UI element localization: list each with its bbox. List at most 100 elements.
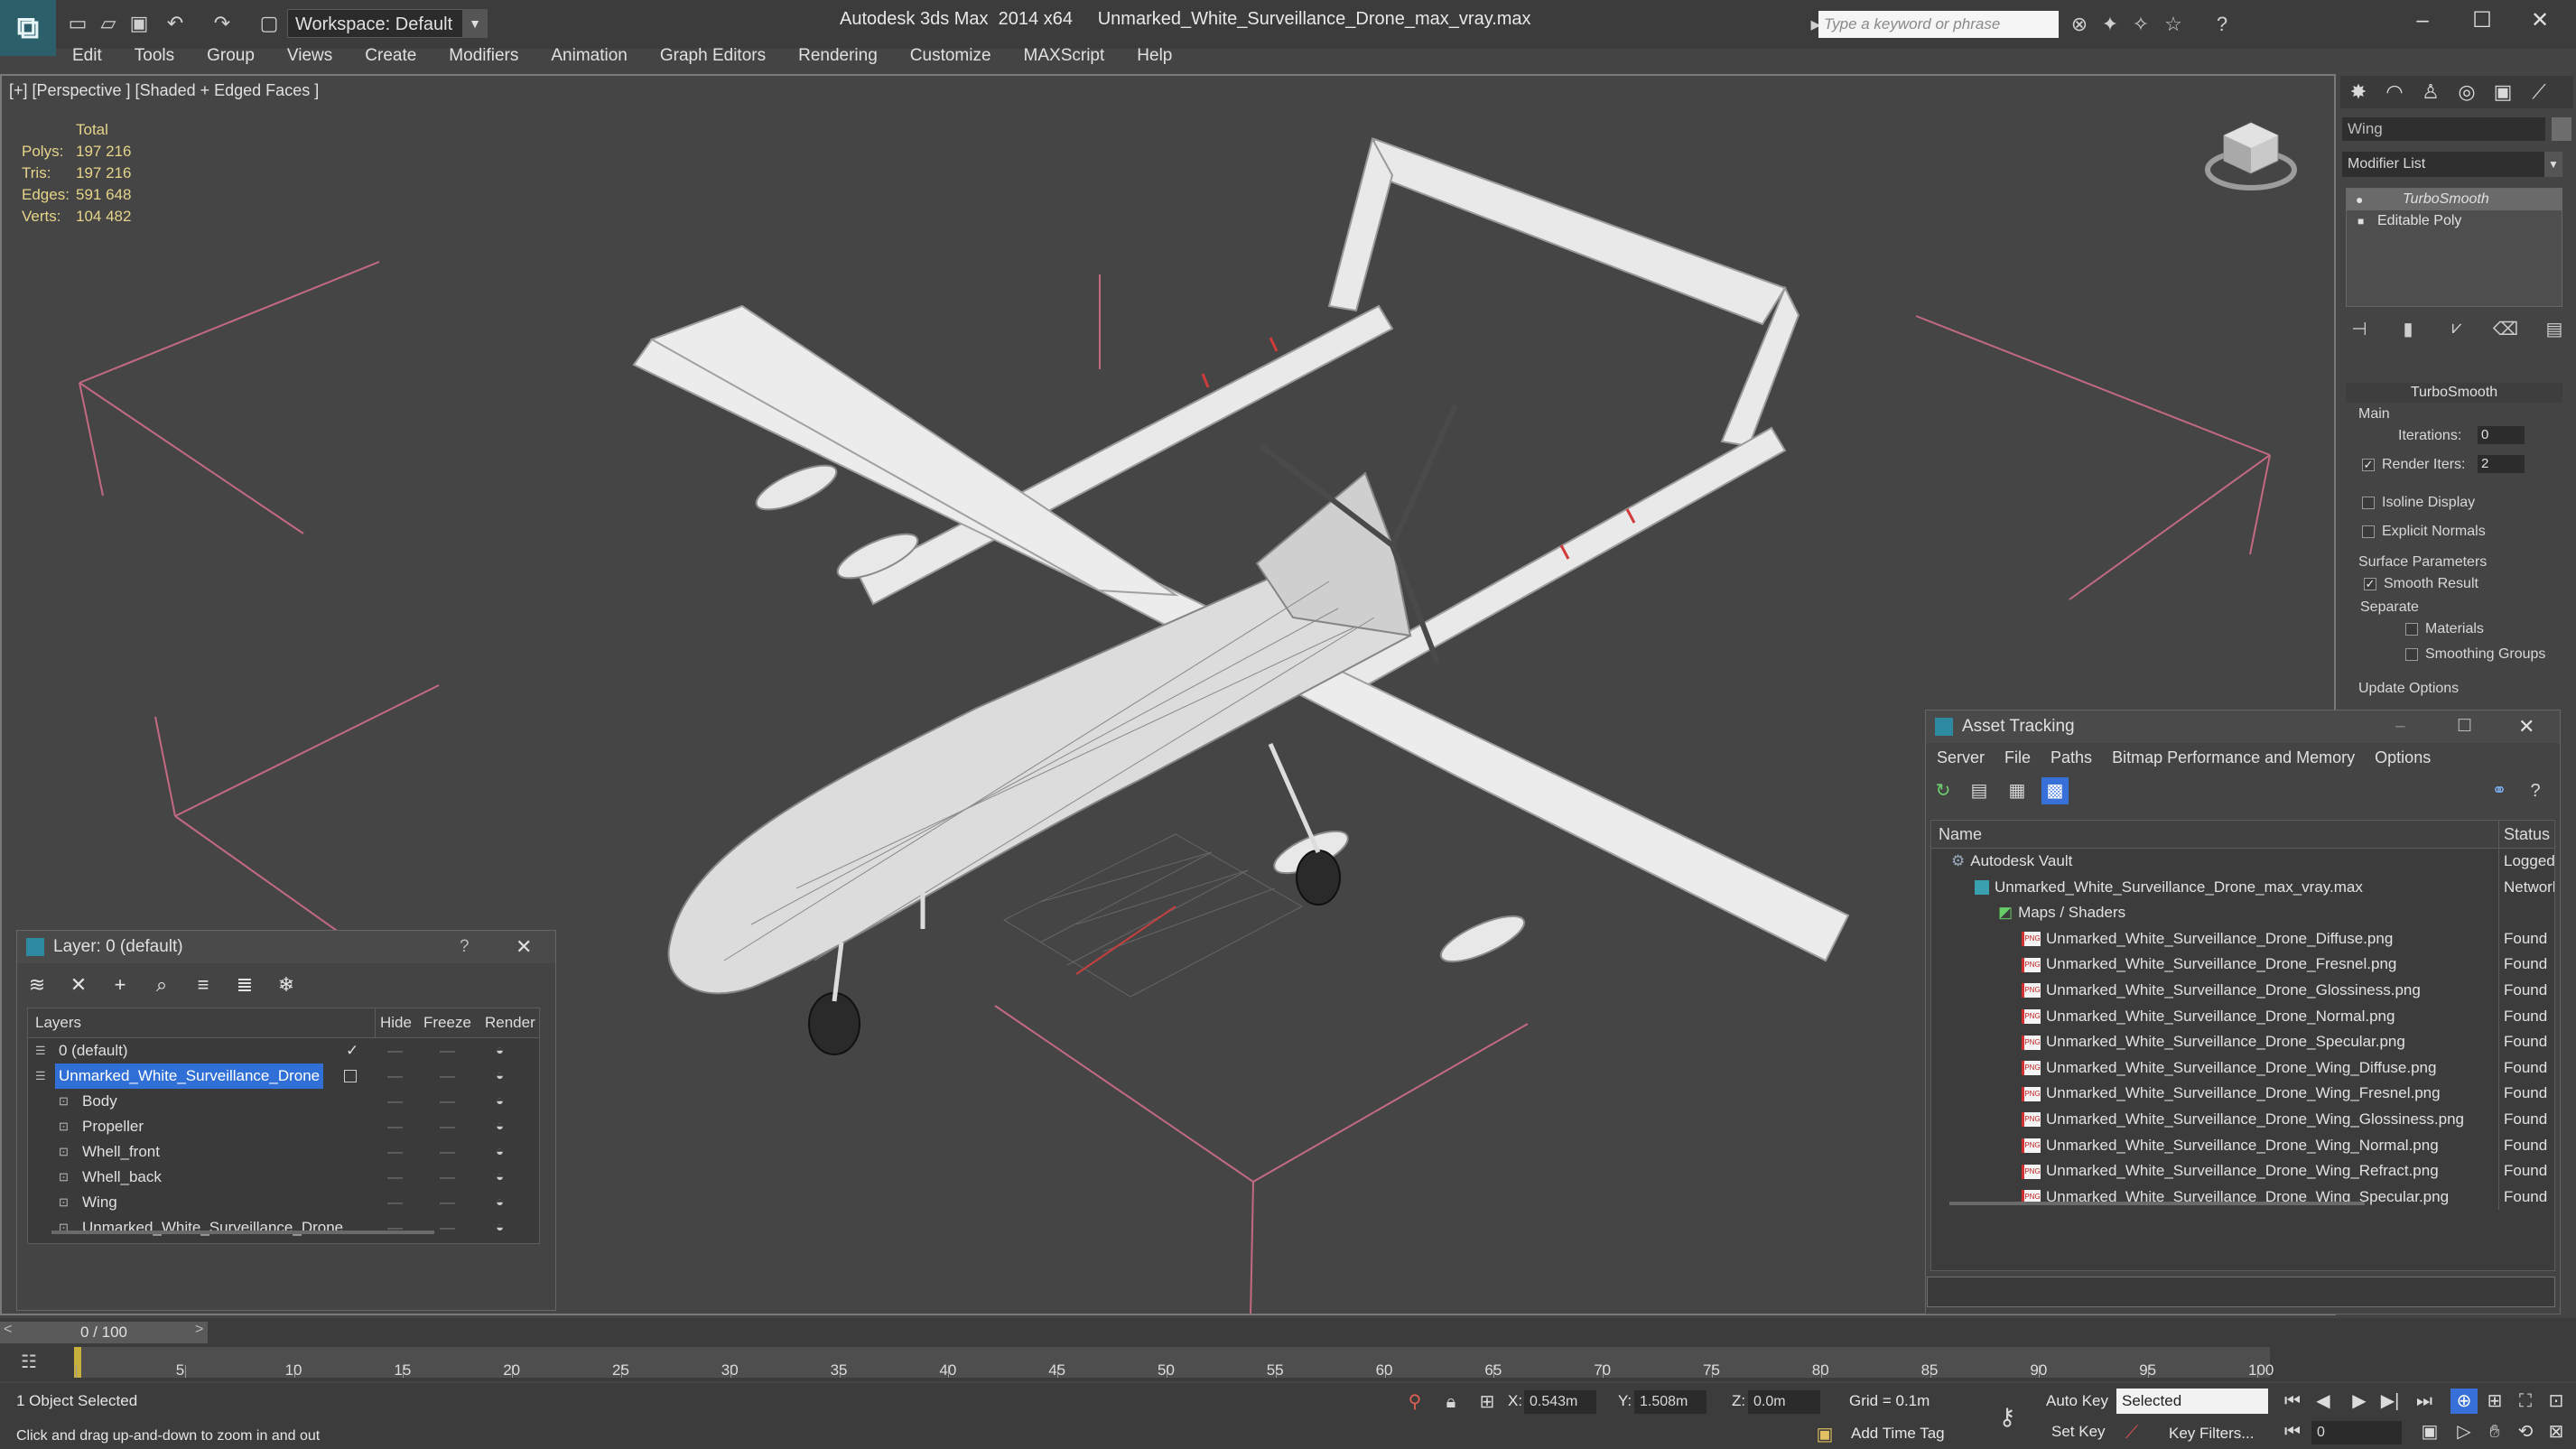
freeze-toggle-icon[interactable]: — [440,1089,455,1114]
viewcube-icon[interactable] [2201,114,2301,195]
hide-toggle-icon[interactable]: — [387,1114,403,1139]
zoom-icon[interactable]: ⊕ [2450,1389,2478,1414]
asset-row[interactable]: PNG Unmarked_White_Surveillance_Drone_Win… [1931,1054,2554,1082]
help-icon[interactable]: ? [2522,777,2549,804]
search-input[interactable]: Type a keyword or phrase [1818,11,2059,38]
hide-toggle-icon[interactable]: — [387,1038,403,1064]
maximize-icon[interactable]: ☐ [2457,711,2472,743]
z-coordinate-field[interactable]: 0.0m [1748,1390,1820,1414]
explicit-normals-checkbox[interactable] [2362,525,2375,538]
layer-name[interactable]: Unmarked_White_Surveillance_Drone [55,1064,324,1089]
hide-all-icon[interactable]: ≣ [229,970,260,1000]
configure-modifier-sets-icon[interactable]: ▤ [2541,318,2568,345]
asset-row[interactable]: PNG Unmarked_White_Surveillance_Drone_Dif… [1931,925,2554,952]
asset-path-field[interactable] [1927,1277,2555,1307]
render-teapot-icon[interactable]: ◒ [496,1165,504,1190]
freeze-toggle-icon[interactable]: — [440,1165,455,1190]
render-teapot-icon[interactable]: ◒ [496,1215,504,1240]
layer-name[interactable]: Unmarked_White_Surveillance_Drone [79,1215,347,1240]
asset-row[interactable]: ⚙ Autodesk Vault Logged [1931,849,2554,875]
menu-item-edit[interactable]: Edit [56,42,118,70]
menu-item-group[interactable]: Group [191,42,271,70]
hide-toggle-icon[interactable]: — [387,1165,403,1190]
hide-toggle-icon[interactable]: — [387,1215,403,1240]
freeze-toggle-icon[interactable]: — [440,1215,455,1240]
render-iters-checkbox[interactable]: ✓ [2362,459,2375,471]
object-name-input[interactable]: Wing [2342,117,2545,141]
make-current-checkbox[interactable] [344,1070,357,1082]
auto-key-button[interactable]: Auto Key [2046,1392,2108,1410]
pin-icon[interactable]: ⚲ [1401,1389,1428,1416]
new-file-icon[interactable]: ▭ [65,11,90,36]
time-configuration-icon[interactable]: ▣ [2416,1419,2443,1444]
show-end-result-icon[interactable]: ▮ [2395,318,2422,345]
hierarchy-tab-icon[interactable]: ♙ [2414,78,2447,107]
previous-frame-icon[interactable]: ◀ [2310,1389,2337,1414]
modify-tab-icon[interactable]: ◠ [2378,78,2411,107]
minimize-icon[interactable]: – [2402,5,2443,36]
menu-item-maxscript[interactable]: MAXScript [1008,42,1121,70]
maximize-viewport-icon[interactable]: ⊠ [2543,1419,2570,1444]
current-frame-field[interactable]: 0 [2311,1421,2402,1444]
motion-tab-icon[interactable]: ◎ [2450,78,2483,107]
layer-window-titlebar[interactable]: Layer: 0 (default) ? ✕ [17,931,555,963]
play-icon[interactable]: ▶ [2346,1389,2373,1414]
refresh-icon[interactable]: ↻ [1930,777,1957,804]
modifier-list-dropdown[interactable]: Modifier List [2342,152,2562,177]
project-folder-icon[interactable]: ▢ [256,11,282,36]
menu-item-rendering[interactable]: Rendering [782,42,894,70]
layer-name[interactable]: Body [79,1089,121,1114]
menu-item-tools[interactable]: Tools [118,42,191,70]
chevron-down-icon[interactable]: ▼ [2544,152,2562,177]
menu-item-modifiers[interactable]: Modifiers [432,42,535,70]
help-icon[interactable]: ? [2209,11,2236,38]
favorites-star-icon[interactable]: ☆ [2160,11,2187,38]
layer-row[interactable]: ⊡ Unmarked_White_Surveillance_Drone — — ◒ [28,1215,539,1240]
hide-toggle-icon[interactable]: — [387,1139,403,1165]
exchange-icon[interactable]: ✧ [2127,11,2154,38]
stack-item-turbosmooth[interactable]: ● TurboSmooth [2347,189,2562,210]
y-coordinate-field[interactable]: 1.508m [1634,1390,1706,1414]
select-objects-icon[interactable]: ⌕ [146,970,177,1000]
smooth-result-checkbox[interactable]: ✓ [2364,578,2376,590]
hide-toggle-icon[interactable]: — [387,1190,403,1215]
asset-row[interactable]: PNG Unmarked_White_Surveillance_Drone_Nor… [1931,1003,2554,1030]
chevron-down-icon[interactable]: ▼ [462,9,488,38]
close-icon[interactable]: ✕ [2518,711,2534,743]
freeze-toggle-icon[interactable]: — [440,1064,455,1089]
hide-toggle-icon[interactable]: — [387,1064,403,1089]
x-coordinate-field[interactable]: 0.543m [1524,1390,1596,1414]
list-view-icon[interactable]: ▤ [1966,777,1993,804]
horizontal-scrollbar[interactable] [1949,1202,2365,1205]
save-icon[interactable]: ▣ [126,11,152,36]
asset-menu-paths[interactable]: Paths [2051,743,2092,772]
mini-curve-editor-icon[interactable]: ☷ [13,1351,45,1378]
key-selection-dropdown[interactable]: Selected [2116,1389,2268,1414]
open-file-icon[interactable]: ▱ [96,11,121,36]
go-to-start-icon[interactable]: ⏮ [2279,1389,2306,1414]
render-teapot-icon[interactable]: ◒ [496,1089,504,1114]
iterations-spinner[interactable]: 0 [2478,426,2525,444]
minimize-icon[interactable]: – [2395,711,2405,743]
zoom-all-icon[interactable]: ⊞ [2481,1389,2508,1414]
freeze-all-icon[interactable]: ❄ [271,970,302,1000]
slider-left-arrow-icon[interactable]: < [4,1322,12,1338]
turbosmooth-rollout-header[interactable]: TurboSmooth [2346,383,2562,403]
redo-icon[interactable]: ↷ [209,11,235,36]
freeze-toggle-icon[interactable]: — [440,1114,455,1139]
layer-name[interactable]: Whell_front [79,1139,163,1165]
create-tab-icon[interactable]: ✸ [2342,78,2375,107]
render-teapot-icon[interactable]: ◒ [496,1064,504,1089]
render-teapot-icon[interactable]: ◒ [496,1114,504,1139]
layer-name[interactable]: 0 (default) [55,1038,132,1064]
layer-row[interactable]: ⊡ Whell_front — — ◒ [28,1139,539,1165]
render-teapot-icon[interactable]: ◒ [496,1139,504,1165]
stack-item-editable-poly[interactable]: ■ Editable Poly [2347,210,2562,232]
viewport-label[interactable]: [+] [Perspective ] [Shaded + Edged Faces… [9,81,319,100]
add-time-tag-button[interactable]: Add Time Tag [1851,1425,1945,1443]
close-icon[interactable]: ✕ [2519,5,2561,36]
column-name[interactable]: Name [1939,821,1982,848]
maximize-icon[interactable]: ☐ [2461,5,2503,36]
next-frame-icon[interactable]: ▶| [2376,1389,2404,1414]
object-color-swatch[interactable] [2552,117,2571,141]
